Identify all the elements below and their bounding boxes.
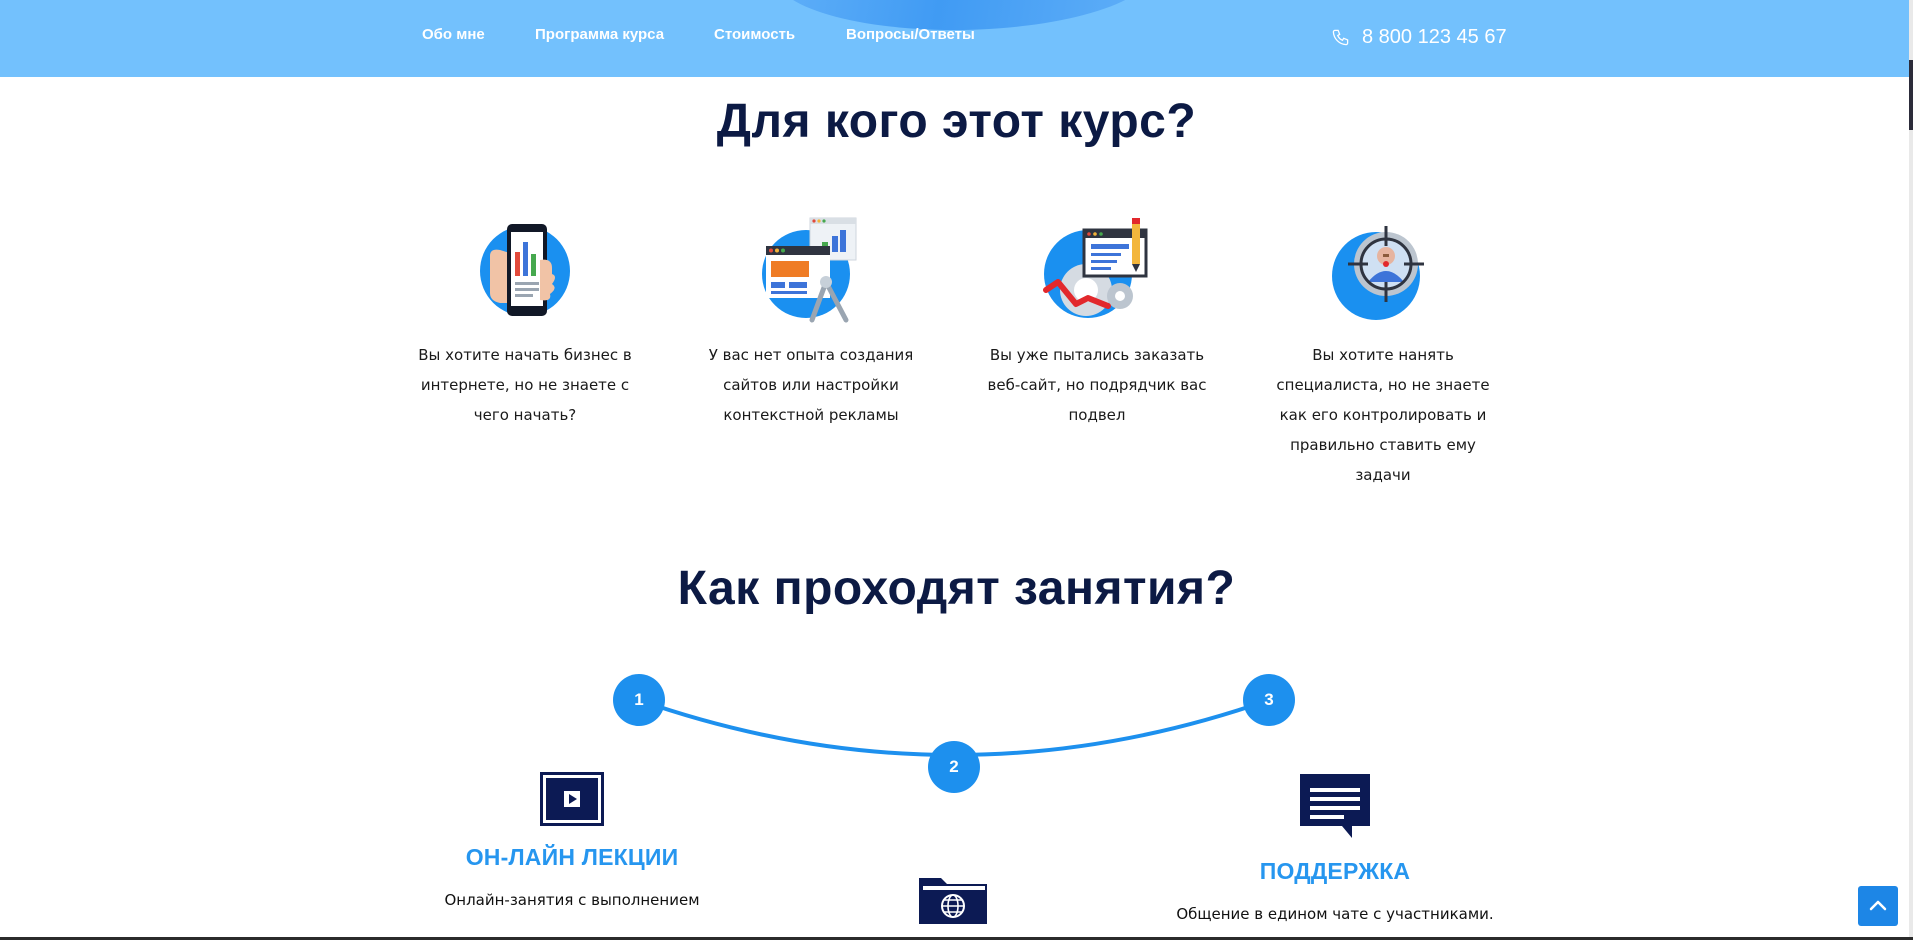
- phone-icon: [1332, 29, 1349, 46]
- format-card-title: ОН-ЛАЙН ЛЕКЦИИ: [465, 844, 679, 870]
- video-play-icon: [540, 772, 604, 826]
- format-card-support: ПОДДЕРЖКА Общение в едином чате с участн…: [1175, 772, 1495, 923]
- phone-contact[interactable]: 8 800 123 45 67: [1331, 26, 1507, 49]
- audience-text: Вы хотите нанять специалиста, но не знае…: [1276, 346, 1490, 484]
- format-card-lectures: ОН-ЛАЙН ЛЕКЦИИ Онлайн-занятия с выполнен…: [412, 772, 732, 909]
- website-settings-icon: [1042, 216, 1152, 326]
- format-card-text: Общение в едином чате с участниками.: [1176, 905, 1494, 923]
- format-card-title: ПОДДЕРЖКА: [1259, 858, 1411, 884]
- audience-card: Вы уже пытались заказать веб-сайт, но по…: [977, 216, 1217, 430]
- format-section-title: Как проходят занятия?: [677, 562, 1236, 615]
- nav-link-faq[interactable]: Вопросы/Ответы: [846, 26, 975, 43]
- audience-section-title: Для кого этот курс?: [716, 95, 1197, 148]
- format-card-text: Онлайн-занятия с выполнением: [444, 891, 700, 909]
- audience-text: Вы хотите начать бизнес в интернете, но …: [418, 346, 632, 424]
- web-folder-icon: [919, 878, 987, 924]
- step-badge: 1: [613, 674, 665, 726]
- web-design-icon: [756, 216, 866, 326]
- format-card-materials: [794, 870, 1114, 926]
- scroll-to-top-button[interactable]: [1858, 886, 1898, 926]
- chevron-up-icon: [1869, 900, 1887, 911]
- step-badge: 2: [928, 741, 980, 793]
- audience-card: Вы хотите начать бизнес в интернете, но …: [405, 216, 645, 430]
- nav-link-price[interactable]: Стоимость: [714, 26, 795, 43]
- phone-number[interactable]: 8 800 123 45 67: [1362, 26, 1507, 49]
- top-navigation-bar: Обо мне Программа курса Стоимость Вопрос…: [0, 0, 1913, 77]
- audience-text: У вас нет опыта создания сайтов или наст…: [708, 346, 914, 424]
- target-person-icon: [1328, 216, 1438, 326]
- audience-card: У вас нет опыта создания сайтов или наст…: [691, 216, 931, 430]
- audience-card: Вы хотите нанять специалиста, но не знае…: [1263, 216, 1503, 490]
- nav-link-program[interactable]: Программа курса: [535, 26, 664, 43]
- audience-text: Вы уже пытались заказать веб-сайт, но по…: [987, 346, 1207, 424]
- nav-link-about[interactable]: Обо мне: [422, 26, 485, 43]
- step-badge: 3: [1243, 674, 1295, 726]
- chat-bubble-icon: [1300, 774, 1370, 838]
- phone-analytics-icon: [470, 216, 580, 326]
